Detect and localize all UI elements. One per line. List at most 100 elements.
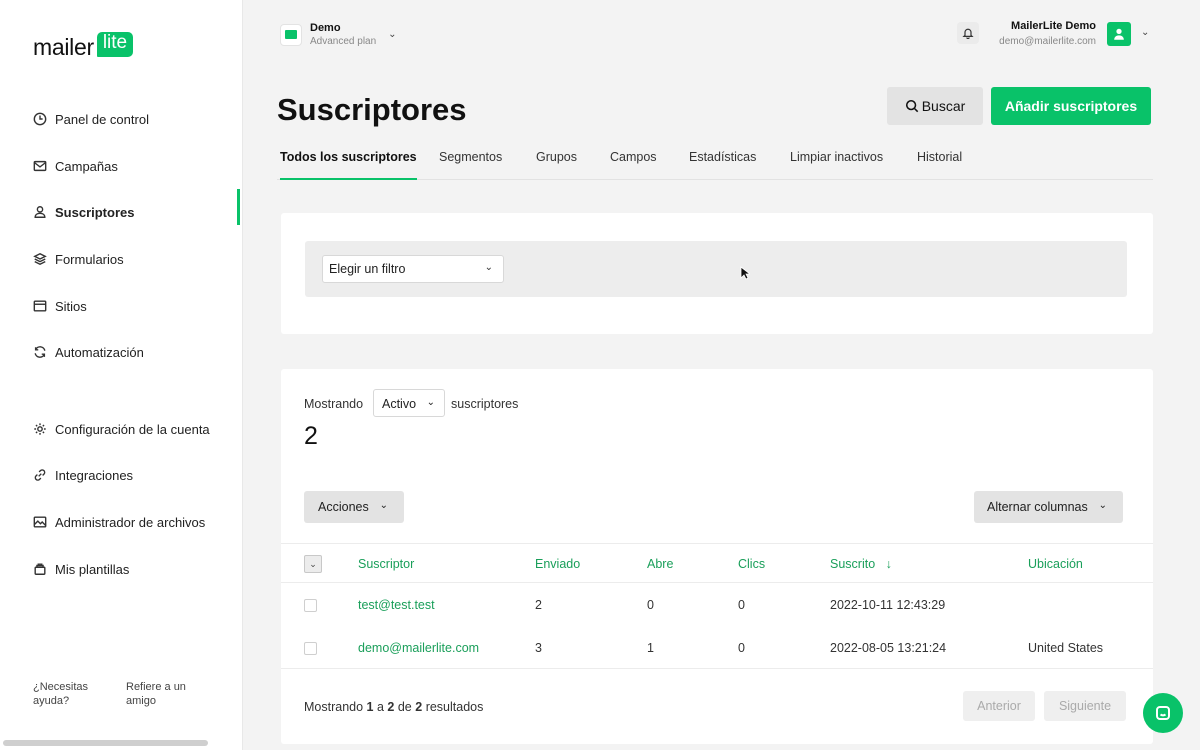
next-page-button[interactable]: Siguiente [1044,691,1126,721]
column-header-ubicacion[interactable]: Ubicación [1028,557,1083,571]
sidebar-item-label: Suscriptores [55,204,135,220]
sidebar-item-panel-de-control[interactable]: Panel de control [0,96,240,142]
actions-button-label: Acciones [318,500,369,514]
column-header-clics[interactable]: Clics [738,557,765,571]
page-title: Suscriptores [277,92,467,127]
tab-campos[interactable]: Campos [610,150,657,180]
user-name: MailerLite Demo [1011,20,1096,32]
column-header-suscriptor[interactable]: Suscriptor [358,557,414,571]
filter-select-value: Elegir un filtro [329,262,406,276]
opens-count: 1 [647,641,654,655]
subscribed-date: 2022-08-05 13:21:24 [830,641,947,655]
row-checkbox[interactable] [304,599,317,612]
sidebar-item-label: Integraciones [55,467,134,483]
clicks-count: 0 [738,641,745,655]
status-select[interactable]: Activo ⌄ [373,389,445,417]
chat-button[interactable] [1143,693,1183,733]
tab-estadisticas[interactable]: Estadísticas [689,150,756,180]
pagination-from: 1 [366,700,374,714]
refer-friend-link[interactable]: Refiere a un amigo [126,680,206,708]
user-menu[interactable]: MailerLite Demo demo@mailerlite.com [999,20,1096,47]
sidebar-item-label: Configuración de la cuenta [55,421,210,437]
search-icon [905,99,918,113]
sidebar-item-label: Formularios [55,251,124,267]
subscribers-panel: Mostrando Activo ⌄ suscriptores 2 Accion… [281,369,1153,744]
subscriber-email-link[interactable]: demo@mailerlite.com [358,641,479,655]
toggle-columns-label: Alternar columnas [987,500,1088,514]
pagination-suffix: resultados [425,700,484,714]
pagination-a: a [376,700,384,714]
showing-label: Mostrando [304,397,364,411]
row-checkbox[interactable] [304,642,317,655]
select-all-checkbox[interactable]: ⌄ [304,555,322,573]
notifications-button[interactable] [957,22,979,44]
clock-icon [33,112,47,126]
sidebar-item-formularios[interactable]: Formularios [0,236,240,282]
account-name: Demo [310,22,341,34]
tab-historial[interactable]: Historial [917,150,962,180]
envelope-icon [33,159,47,173]
sort-descending-icon: ↓ [878,557,892,571]
subscribed-date: 2022-10-11 12:43:29 [830,598,946,612]
sidebar-item-label: Administrador de archivos [55,514,206,530]
chat-icon [1156,706,1170,720]
horizontal-scrollbar[interactable] [3,740,208,746]
subscriber-count: 2 [304,422,318,450]
filter-select[interactable]: Elegir un filtro ⌄ [322,255,504,283]
sidebar-item-campanas[interactable]: Campañas [0,143,240,189]
chevron-down-icon: ⌄ [1098,500,1107,511]
avatar[interactable] [1107,22,1131,46]
sidebar-item-automatizacion[interactable]: Automatización [0,329,240,375]
sidebar-item-administrador-de-archivos[interactable]: Administrador de archivos [0,499,240,545]
column-header-abre[interactable]: Abre [647,557,673,571]
table-header: ⌄ Suscriptor Enviado Abre Clics Suscrito… [281,543,1153,583]
sidebar-item-sitios[interactable]: Sitios [0,283,240,329]
add-subscribers-button[interactable]: Añadir suscriptores [991,87,1151,125]
previous-page-button[interactable]: Anterior [963,691,1035,721]
subscriber-email-link[interactable]: test@test.test [358,598,435,612]
sidebar-item-label: Automatización [55,344,144,360]
tab-grupos[interactable]: Grupos [536,150,577,180]
sidebar-item-integraciones[interactable]: Integraciones [0,452,240,498]
table-row[interactable]: test@test.test 2 0 0 2022-10-11 12:43:29 [281,583,1153,626]
tabs: Todos los suscriptores Segmentos Grupos … [277,140,1153,180]
help-link[interactable]: ¿Necesitas ayuda? [33,680,103,708]
account-switcher[interactable]: Demo Advanced plan ⌄ [280,22,397,47]
user-email: demo@mailerlite.com [999,36,1096,47]
chevron-down-icon[interactable]: ⌄ [1141,27,1149,38]
image-icon [33,515,47,529]
pagination-summary: Mostrando 1 a 2 de 2 resultados [304,700,483,714]
column-header-enviado[interactable]: Enviado [535,557,580,571]
toggle-columns-button[interactable]: Alternar columnas ⌄ [974,491,1123,523]
sidebar-item-label: Campañas [55,158,118,174]
search-button[interactable]: Buscar [887,87,983,125]
mailerlite-logo[interactable]: mailer lite [33,32,134,61]
sent-count: 3 [535,641,542,655]
pagination-prefix: Mostrando [304,700,364,714]
filter-area: Elegir un filtro ⌄ [305,241,1127,297]
pagination-de: de [397,700,412,714]
column-header-suscrito[interactable]: Suscrito ↓ [830,557,892,571]
chevron-down-icon: ⌄ [484,262,493,273]
pagination-to: 2 [387,700,395,714]
subscribers-label: suscriptores [451,397,519,411]
filter-panel: Elegir un filtro ⌄ [281,213,1153,334]
layers-icon [33,252,47,266]
sidebar-item-configuracion[interactable]: Configuración de la cuenta [0,406,240,452]
template-icon [33,562,47,576]
sidebar: mailer lite Panel de control Campañas Su… [0,0,243,750]
sidebar-item-label: Panel de control [55,111,149,127]
tab-limpiar-inactivos[interactable]: Limpiar inactivos [790,150,883,180]
sidebar-item-suscriptores[interactable]: Suscriptores [0,189,240,235]
sidebar-item-mis-plantillas[interactable]: Mis plantillas [0,546,240,592]
search-button-label: Buscar [921,98,966,114]
table-row[interactable]: demo@mailerlite.com 3 1 0 2022-08-05 13:… [281,626,1153,669]
chevron-down-icon: ⌄ [426,397,435,408]
user-icon [33,205,47,219]
tab-segmentos[interactable]: Segmentos [439,150,502,180]
opens-count: 0 [647,598,654,612]
pagination-total: 2 [415,700,423,714]
actions-button[interactable]: Acciones ⌄ [304,491,404,523]
sent-count: 2 [535,598,542,612]
tab-todos-los-suscriptores[interactable]: Todos los suscriptores [280,150,417,180]
